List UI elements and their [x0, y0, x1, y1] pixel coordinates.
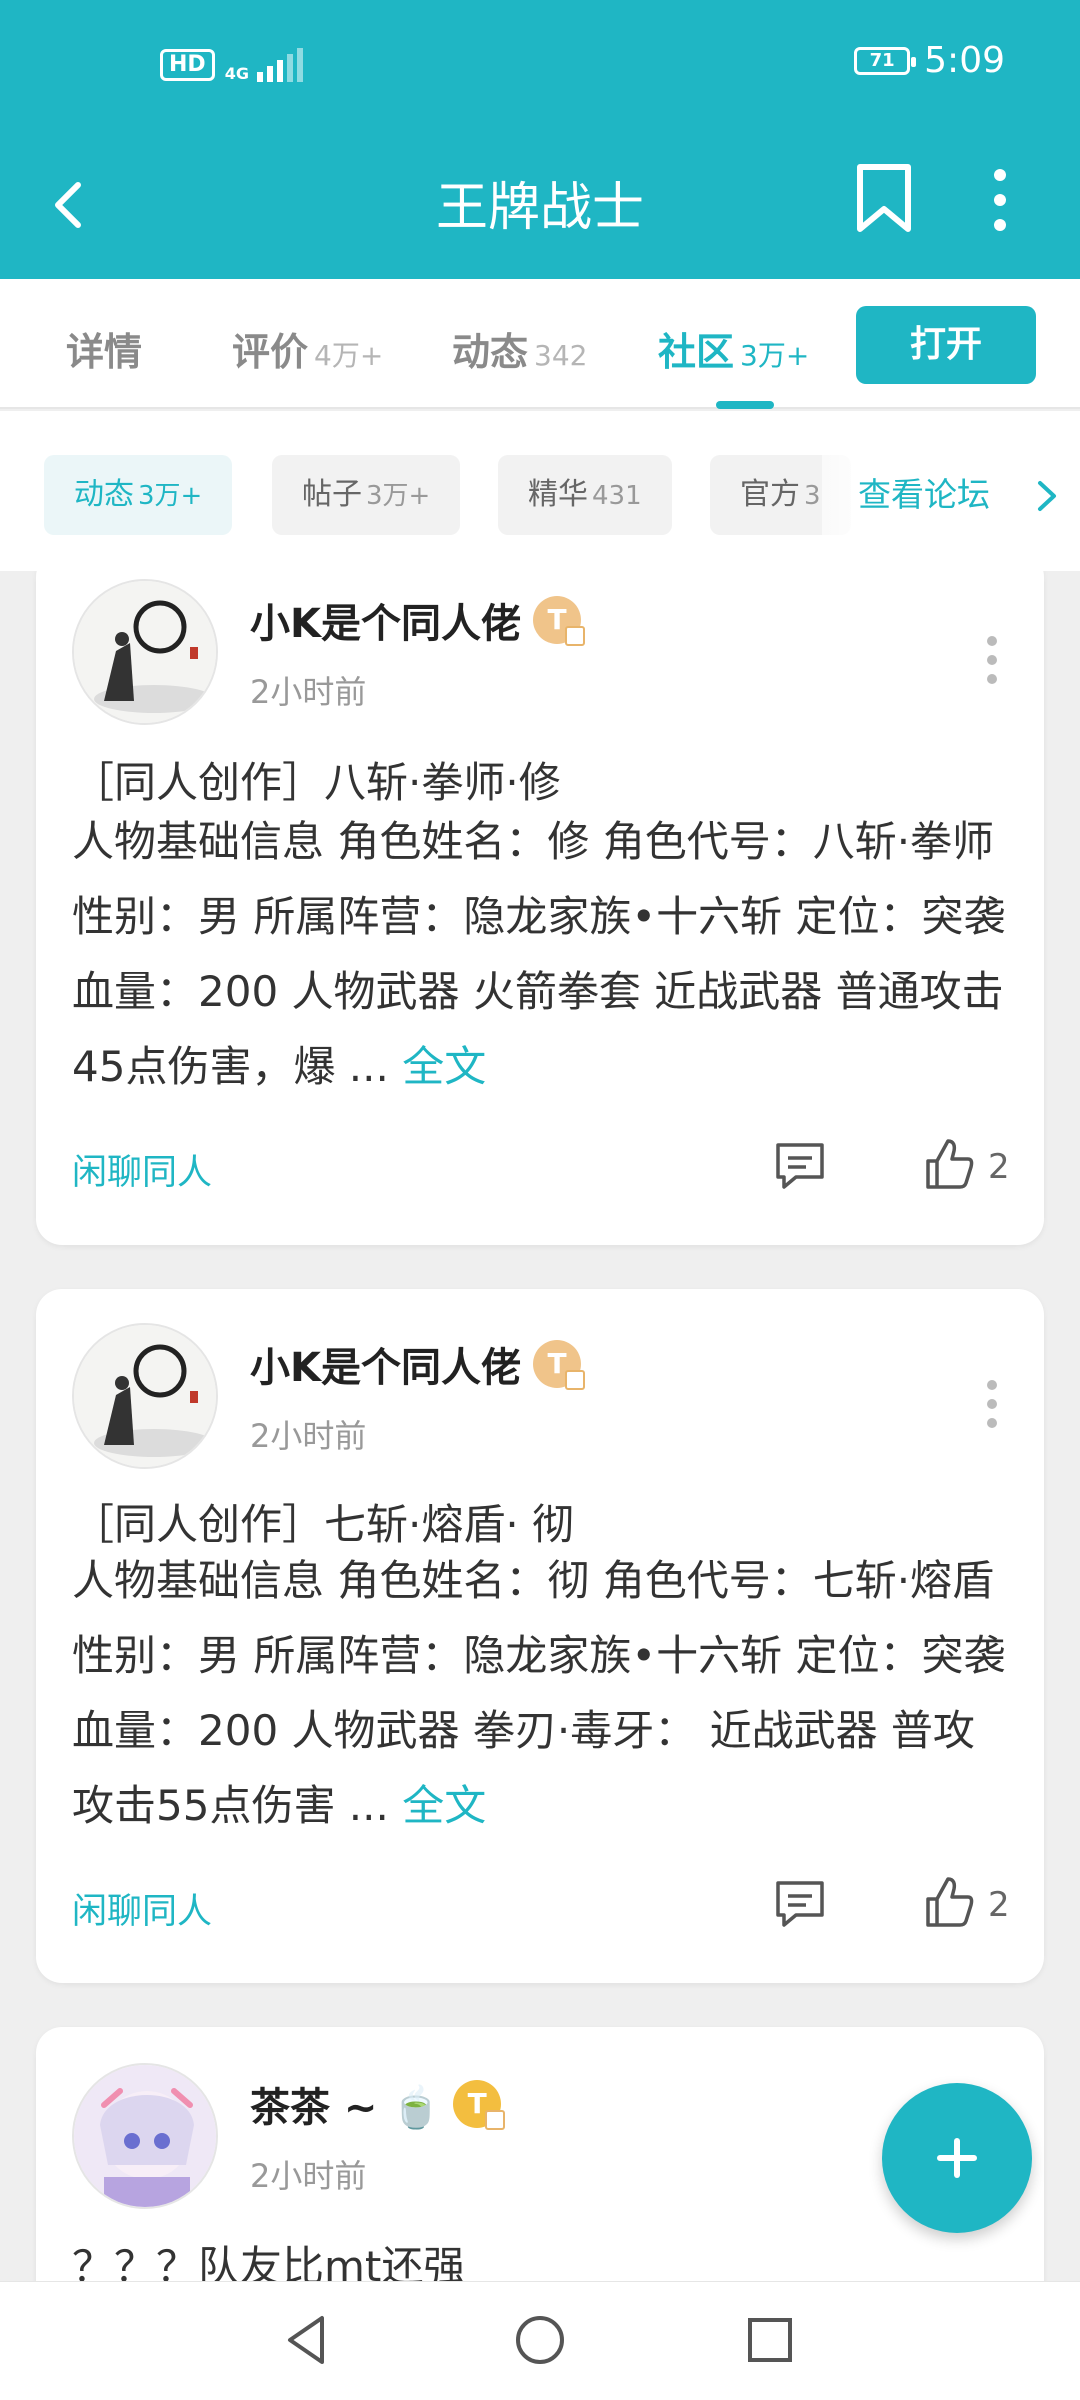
like-icon[interactable] — [924, 1137, 974, 1191]
nav-back-icon[interactable] — [276, 2308, 340, 2372]
post-time: 2小时前 — [250, 673, 367, 711]
topic-tag[interactable]: 闲聊同人 — [72, 1883, 212, 1934]
more-options-icon[interactable] — [986, 635, 998, 685]
post-feed[interactable]: 小K是个同人佬 T 2小时前 ［同人创作］八斩·拳师·修 人物基础信息 角色姓名… — [0, 571, 1080, 2281]
comment-icon[interactable] — [772, 1879, 828, 1929]
chip-posts[interactable]: 帖子 3万+ — [272, 455, 461, 535]
read-more-link[interactable]: 全文 — [402, 1781, 486, 1830]
comment-icon[interactable] — [772, 1141, 828, 1191]
avatar[interactable] — [72, 2063, 218, 2209]
username[interactable]: 小K是个同人佬 T — [250, 1335, 585, 1393]
battery-icon: 71 — [854, 46, 917, 75]
post-time: 2小时前 — [250, 2157, 367, 2195]
system-nav-bar — [0, 2281, 1080, 2400]
topic-tag[interactable]: 闲聊同人 — [72, 1144, 212, 1195]
post-body[interactable]: 人物基础信息 角色姓名：修 角色代号：八斩·拳师 性别：男 所属阵营：隐龙家族•… — [72, 804, 1012, 1104]
read-more-link[interactable]: 全文 — [402, 1042, 486, 1091]
tab-community[interactable]: 社区 3万+ — [658, 321, 809, 376]
app-bar: 王牌战士 — [0, 135, 1080, 279]
post-card[interactable]: 小K是个同人佬 T 2小时前 ［同人创作］七斩·熔盾· 彻 人物基础信息 角色姓… — [36, 1289, 1044, 1983]
avatar-image — [74, 2065, 216, 2207]
nav-home-icon[interactable] — [508, 2308, 572, 2372]
post-title[interactable]: ？？？队友比mt还强 — [72, 2233, 465, 2281]
page-title: 王牌战士 — [435, 178, 644, 238]
active-tab-indicator — [716, 401, 774, 409]
username[interactable]: 茶茶 ~ 🍵 T — [250, 2075, 506, 2133]
clock: 5:09 — [924, 40, 1005, 81]
chevron-right-icon — [1038, 481, 1056, 511]
top-header: HD 4G 71 5:09 王牌战士 — [0, 0, 1080, 279]
avatar-image — [74, 581, 216, 723]
chip-featured[interactable]: 精华 431 — [498, 455, 672, 535]
tab-activity[interactable]: 动态 342 — [452, 321, 587, 376]
open-button[interactable]: 打开 — [856, 306, 1036, 384]
post-body[interactable]: 人物基础信息 角色姓名：彻 角色代号：七斩·熔盾 性别：男 所属阵营：隐龙家族•… — [72, 1543, 1012, 1843]
signal-icon: 4G — [225, 48, 303, 82]
status-right: 71 5:09 — [854, 40, 1005, 81]
avatar[interactable] — [72, 579, 218, 725]
more-vertical-icon[interactable] — [985, 165, 1015, 235]
like-count: 2 — [988, 1147, 1010, 1187]
status-left: HD 4G — [160, 48, 303, 82]
nav-recents-icon[interactable] — [738, 2308, 802, 2372]
like-count: 2 — [988, 1885, 1010, 1925]
avatar-image — [74, 1325, 216, 1467]
avatar[interactable] — [72, 1323, 218, 1469]
tab-reviews[interactable]: 评价 4万+ — [232, 321, 383, 376]
create-post-button[interactable] — [882, 2083, 1032, 2233]
filter-bar: 动态 3万+ 帖子 3万+ 精华 431 官方 3 查看论坛 — [0, 411, 1080, 571]
bookmark-icon[interactable] — [852, 163, 916, 235]
hd-indicator: HD — [160, 49, 215, 81]
status-bar: HD 4G 71 5:09 — [0, 0, 1080, 135]
tab-bar: 详情 评价 4万+ 动态 342 社区 3万+ 打开 — [0, 279, 1080, 409]
username[interactable]: 小K是个同人佬 T — [250, 591, 585, 649]
view-forum-link[interactable]: 查看论坛 — [822, 455, 1080, 535]
chip-activity[interactable]: 动态 3万+ — [44, 455, 233, 535]
level-badge-icon: T — [453, 2080, 506, 2130]
like-icon[interactable] — [924, 1875, 974, 1929]
tab-details[interactable]: 详情 — [66, 321, 142, 376]
more-options-icon[interactable] — [986, 1379, 998, 1429]
level-badge-icon: T — [533, 596, 585, 646]
post-time: 2小时前 — [250, 1417, 367, 1455]
level-badge-icon: T — [533, 1340, 585, 1390]
post-title[interactable]: ［同人创作］八斩·拳师·修 — [72, 749, 561, 810]
post-card[interactable]: 小K是个同人佬 T 2小时前 ［同人创作］八斩·拳师·修 人物基础信息 角色姓名… — [36, 571, 1044, 1245]
